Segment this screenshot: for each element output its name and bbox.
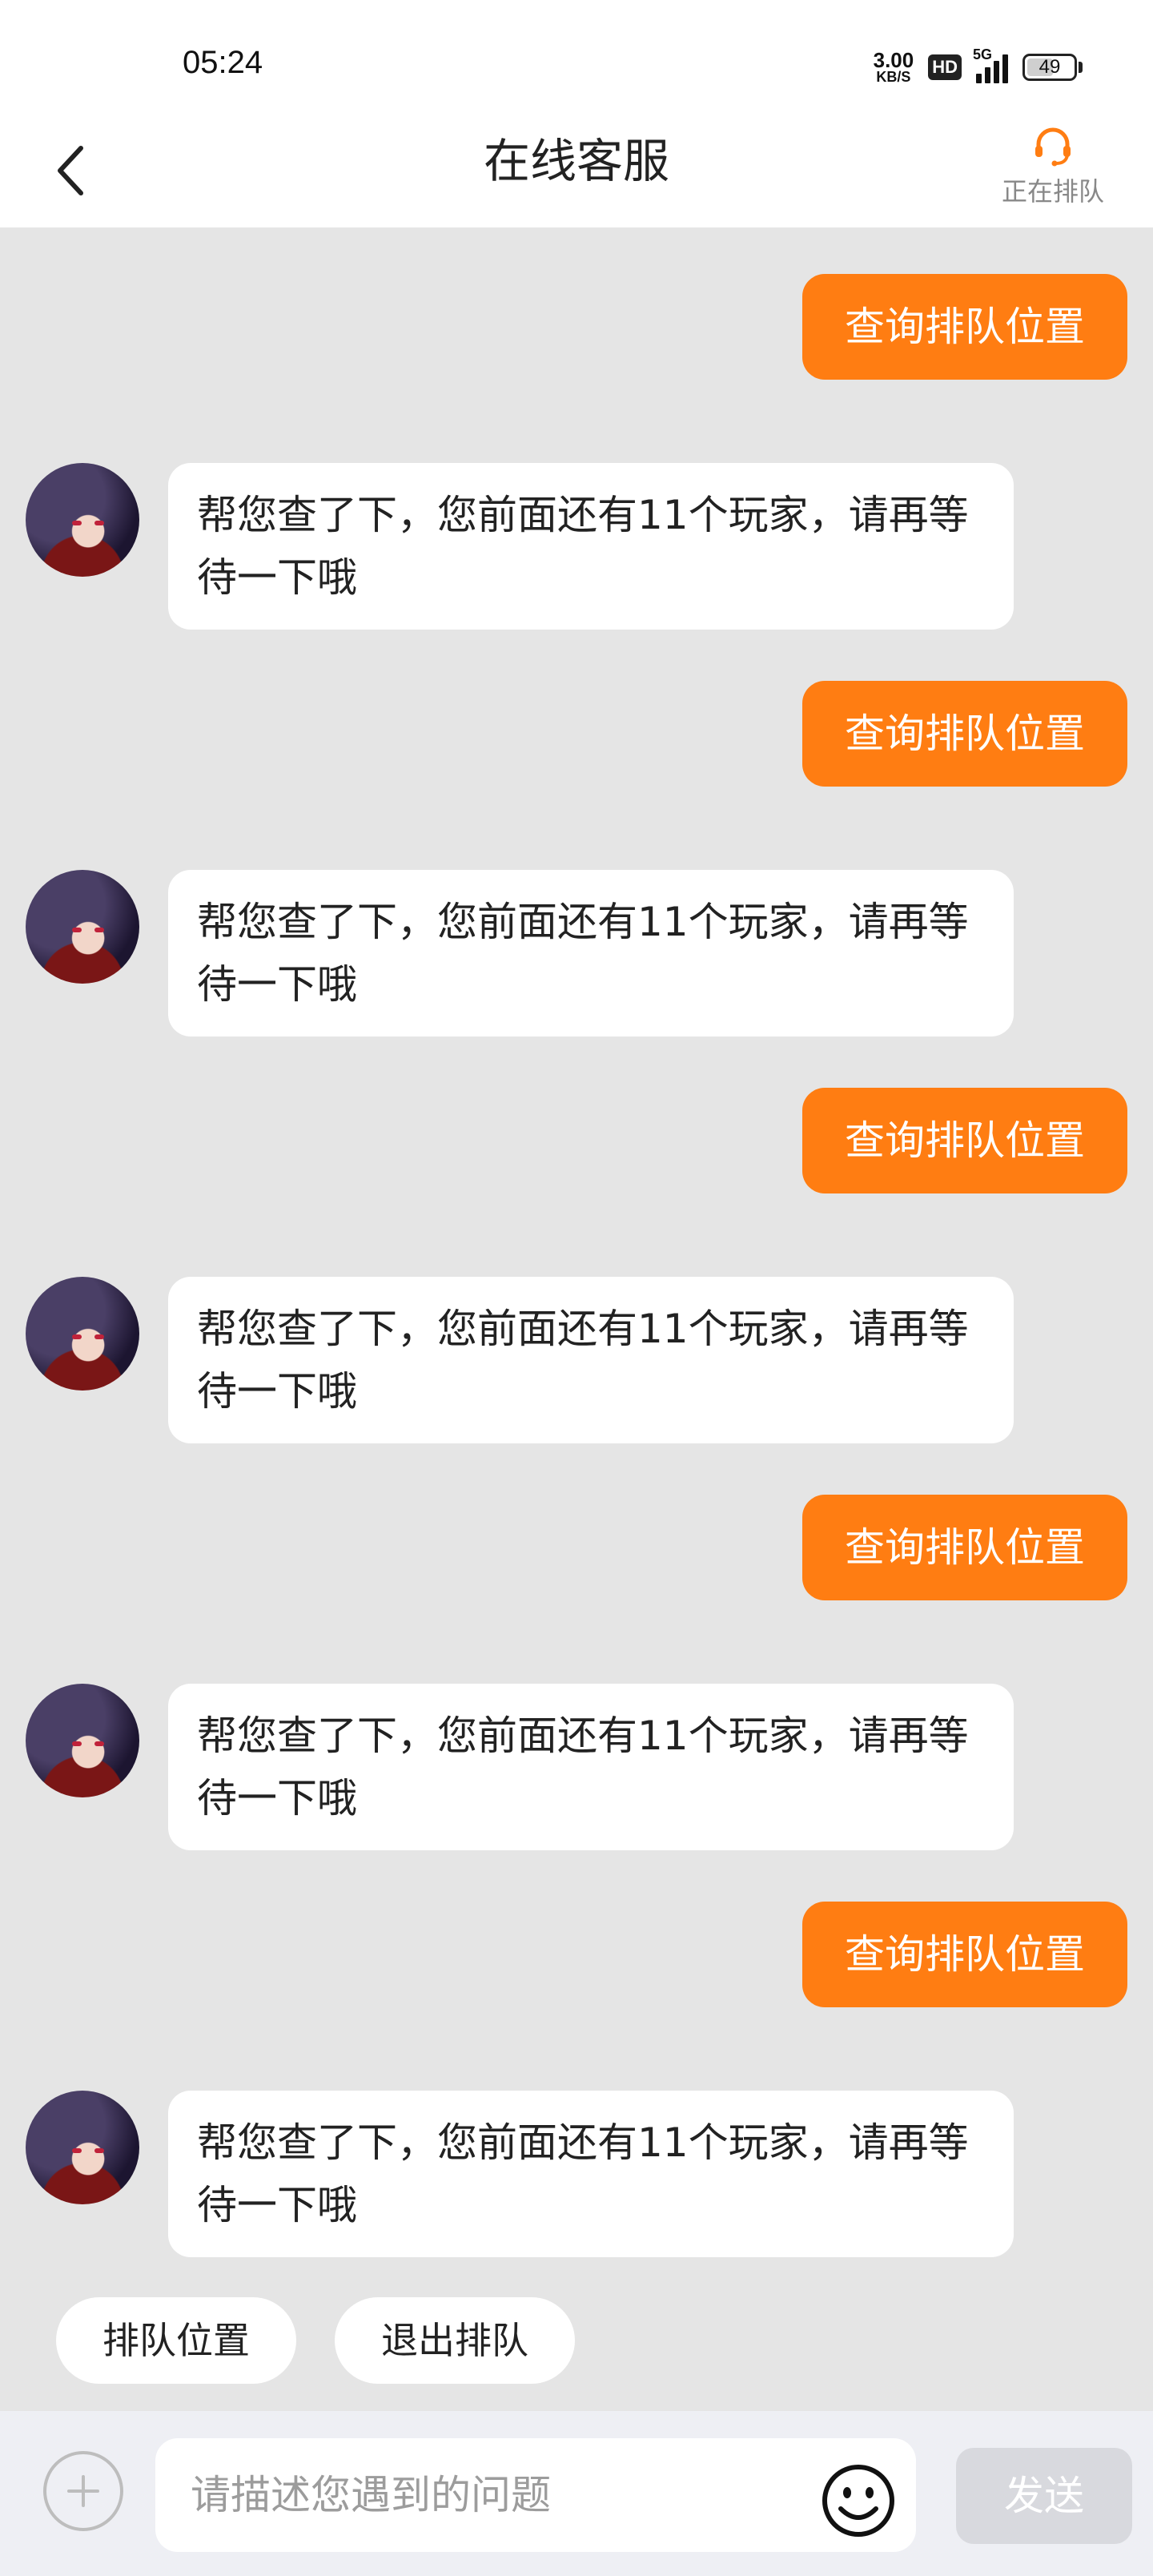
agent-avatar bbox=[26, 2091, 139, 2204]
agent-message: 帮您查了下，您前面还有11个玩家，请再等待一下哦 bbox=[168, 463, 1014, 630]
smiley-icon bbox=[822, 2465, 894, 2537]
message-input[interactable] bbox=[155, 2438, 916, 2552]
agent-message: 帮您查了下，您前面还有11个玩家，请再等待一下哦 bbox=[168, 2091, 1014, 2257]
chat-area[interactable]: 查询排队位置 帮您查了下，您前面还有11个玩家，请再等待一下哦 查询排队位置 帮… bbox=[0, 227, 1153, 2411]
net-speed-unit: KB/S bbox=[876, 68, 911, 85]
agent-avatar bbox=[26, 463, 139, 577]
add-attachment-button[interactable] bbox=[43, 2451, 123, 2531]
net-speed-value: 3.00 bbox=[873, 48, 914, 73]
user-message: 查询排队位置 bbox=[802, 1088, 1127, 1193]
user-message: 查询排队位置 bbox=[802, 681, 1127, 787]
agent-message: 帮您查了下，您前面还有11个玩家，请再等待一下哦 bbox=[168, 1684, 1014, 1850]
page-title: 在线客服 bbox=[483, 134, 669, 188]
battery-level: 49 bbox=[1039, 56, 1061, 78]
status-time: 05:24 bbox=[183, 45, 263, 80]
plus-icon bbox=[67, 2475, 99, 2507]
user-message: 查询排队位置 bbox=[802, 1495, 1127, 1600]
agent-avatar bbox=[26, 870, 139, 984]
status-icons: 3.00 KB/S HD 5G 49 bbox=[874, 45, 1083, 90]
queue-status-label: 正在排队 bbox=[1001, 176, 1104, 207]
agent-message: 帮您查了下，您前面还有11个玩家，请再等待一下哦 bbox=[168, 870, 1014, 1036]
network-type: 5G bbox=[973, 46, 993, 62]
status-bar: 05:24 3.00 KB/S HD 5G 49 bbox=[0, 0, 1153, 114]
emoji-button[interactable] bbox=[820, 2462, 897, 2539]
net-speed: 3.00 KB/S bbox=[874, 50, 914, 84]
user-message: 查询排队位置 bbox=[802, 1902, 1127, 2007]
headset-icon bbox=[1035, 127, 1071, 167]
signal-icon: 5G bbox=[973, 46, 1008, 83]
queue-status-button[interactable]: 正在排队 bbox=[993, 125, 1113, 221]
agent-message: 帮您查了下，您前面还有11个玩家，请再等待一下哦 bbox=[168, 1277, 1014, 1443]
hd-icon: HD bbox=[928, 54, 962, 80]
user-message: 查询排队位置 bbox=[802, 274, 1127, 380]
send-button[interactable]: 发送 bbox=[956, 2448, 1132, 2544]
agent-avatar bbox=[26, 1684, 139, 1797]
input-bar: 发送 bbox=[0, 2411, 1153, 2576]
battery-icon: 49 bbox=[1022, 54, 1083, 81]
nav-bar: 在线客服 正在排队 bbox=[0, 114, 1153, 227]
exit-queue-chip[interactable]: 退出排队 bbox=[335, 2297, 575, 2384]
agent-avatar bbox=[26, 1277, 139, 1391]
queue-position-chip[interactable]: 排队位置 bbox=[56, 2297, 296, 2384]
